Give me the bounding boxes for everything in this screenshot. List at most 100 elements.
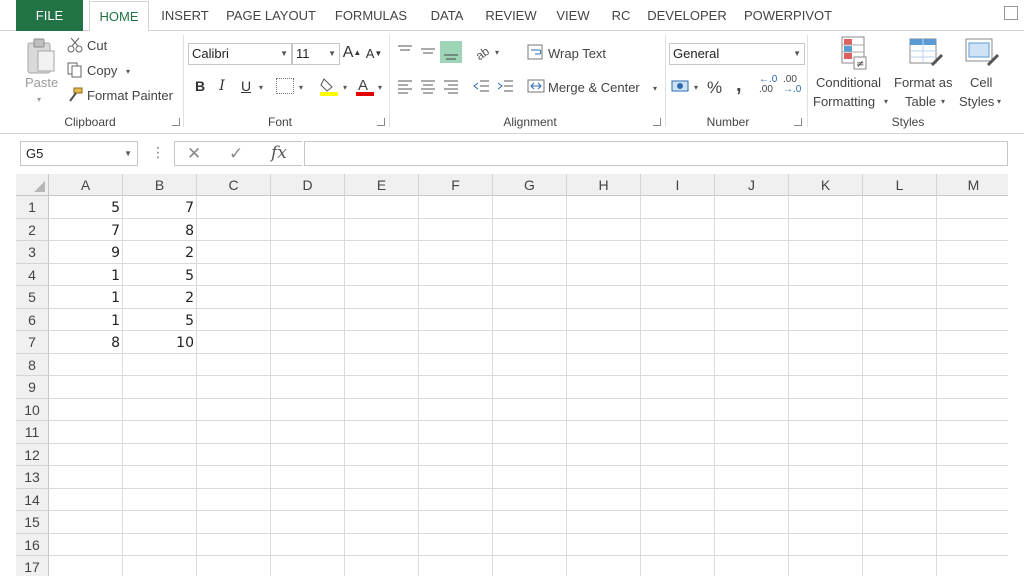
align-left-icon[interactable] — [396, 78, 414, 94]
tab-insert[interactable]: INSERT — [153, 0, 217, 31]
row-header-15[interactable]: 15 — [16, 511, 49, 534]
tab-powerpivot[interactable]: POWERPIVOT — [737, 0, 839, 31]
italic-button[interactable]: I — [212, 76, 232, 96]
row-header-17[interactable]: 17 — [16, 556, 49, 576]
column-header-i[interactable]: I — [641, 174, 715, 196]
increase-decimal-icon[interactable]: ←.0.00 — [759, 75, 781, 97]
cell-b6[interactable]: 5 — [123, 309, 197, 331]
cell-b1[interactable]: 7 — [123, 196, 197, 218]
column-header-m[interactable]: M — [937, 174, 1008, 196]
tab-home[interactable]: HOME — [89, 1, 149, 32]
tab-formulas[interactable]: FORMULAS — [327, 0, 415, 31]
copy-dropdown-icon[interactable]: ▾ — [126, 67, 130, 76]
align-right-icon[interactable] — [442, 78, 460, 94]
row-header-13[interactable]: 13 — [16, 466, 49, 489]
comma-style-button[interactable]: , — [736, 74, 742, 97]
fill-color-icon[interactable] — [318, 75, 340, 97]
conditional-formatting-dropdown-icon[interactable]: ▾ — [884, 97, 888, 106]
row-header-2[interactable]: 2 — [16, 218, 49, 241]
paste-button[interactable]: Paste — [25, 75, 58, 90]
tab-data[interactable]: DATA — [421, 0, 473, 31]
underline-button[interactable]: U — [236, 76, 256, 96]
row-header-6[interactable]: 6 — [16, 308, 49, 331]
cell-a7[interactable]: 8 — [49, 331, 123, 353]
row-header-4[interactable]: 4 — [16, 263, 49, 286]
row-header-7[interactable]: 7 — [16, 331, 49, 354]
decrease-indent-icon[interactable] — [472, 78, 490, 94]
number-launcher-icon[interactable] — [794, 118, 802, 126]
format-as-table-icon[interactable] — [906, 35, 944, 71]
cut-button[interactable]: Cut — [87, 38, 107, 53]
font-name-combo[interactable]: Calibri ▼ — [188, 43, 292, 65]
increase-font-size-icon[interactable]: A▲ — [342, 43, 362, 63]
cell-styles-icon[interactable] — [962, 35, 1000, 71]
underline-dropdown-icon[interactable]: ▾ — [259, 83, 263, 92]
column-header-b[interactable]: B — [123, 174, 197, 196]
middle-align-icon[interactable] — [419, 43, 437, 59]
cell-a1[interactable]: 5 — [49, 196, 123, 218]
cell-b7[interactable]: 10 — [123, 331, 197, 353]
format-as-table-label-1[interactable]: Format as — [894, 75, 953, 90]
accounting-dropdown-icon[interactable]: ▾ — [694, 83, 698, 92]
font-color-dropdown-icon[interactable]: ▾ — [378, 83, 382, 92]
name-box[interactable]: G5 ▼ — [20, 141, 138, 166]
row-header-5[interactable]: 5 — [16, 286, 49, 309]
merge-center-dropdown-icon[interactable]: ▾ — [653, 84, 657, 93]
merge-center-button[interactable]: Merge & Center — [548, 80, 640, 95]
row-header-3[interactable]: 3 — [16, 241, 49, 264]
decrease-font-size-icon[interactable]: A▼ — [364, 44, 384, 64]
column-header-h[interactable]: H — [567, 174, 641, 196]
orientation-icon[interactable]: ab — [473, 43, 492, 63]
font-size-combo[interactable]: 11 ▼ — [292, 43, 340, 65]
row-header-8[interactable]: 8 — [16, 353, 49, 376]
cell-b4[interactable]: 5 — [123, 264, 197, 286]
format-as-table-label-2[interactable]: Table — [905, 94, 936, 109]
cell-a3[interactable]: 9 — [49, 241, 123, 263]
cell-styles-label-1[interactable]: Cell — [970, 75, 992, 90]
row-header-12[interactable]: 12 — [16, 443, 49, 466]
font-color-icon[interactable]: A — [354, 75, 376, 97]
tab-developer[interactable]: DEVELOPER — [643, 0, 731, 31]
column-header-a[interactable]: A — [49, 174, 123, 196]
row-header-16[interactable]: 16 — [16, 533, 49, 556]
borders-dropdown-icon[interactable]: ▾ — [299, 83, 303, 92]
row-header-1[interactable]: 1 — [16, 196, 49, 219]
column-header-g[interactable]: G — [493, 174, 567, 196]
orientation-dropdown-icon[interactable]: ▾ — [495, 48, 499, 57]
insert-function-button[interactable]: fx — [271, 142, 287, 165]
tab-page-layout[interactable]: PAGE LAYOUT — [221, 0, 321, 31]
tab-view[interactable]: VIEW — [549, 0, 597, 31]
paste-dropdown-icon[interactable]: ▾ — [37, 95, 41, 104]
ribbon-display-options-icon[interactable] — [1004, 6, 1018, 20]
enter-icon[interactable]: ✓ — [229, 142, 243, 165]
fill-color-dropdown-icon[interactable]: ▾ — [343, 83, 347, 92]
worksheet-grid[interactable]: A B C D E F G H I J K L M 1 2 3 4 5 6 7 8 9 10 11 12 13 14 15 16 17 5 7… — [16, 174, 1008, 576]
cell-b2[interactable]: 8 — [123, 219, 197, 241]
column-header-c[interactable]: C — [197, 174, 271, 196]
more-options-icon[interactable]: ⋮ — [151, 144, 165, 161]
cancel-icon[interactable]: ✕ — [187, 142, 201, 165]
clipboard-launcher-icon[interactable] — [172, 118, 180, 126]
tab-review[interactable]: REVIEW — [479, 0, 543, 31]
cell-a4[interactable]: 1 — [49, 264, 123, 286]
number-format-combo[interactable]: General ▼ — [669, 43, 805, 65]
cell-a6[interactable]: 1 — [49, 309, 123, 331]
row-header-9[interactable]: 9 — [16, 376, 49, 399]
conditional-formatting-label-1[interactable]: Conditional — [816, 75, 881, 90]
row-header-11[interactable]: 11 — [16, 421, 49, 444]
copy-button[interactable]: Copy — [87, 63, 117, 78]
increase-indent-icon[interactable] — [496, 78, 514, 94]
select-all-button[interactable] — [16, 174, 49, 196]
tab-rc[interactable]: RC — [603, 0, 639, 31]
column-header-k[interactable]: K — [789, 174, 863, 196]
top-align-icon[interactable] — [396, 43, 414, 59]
format-as-table-dropdown-icon[interactable]: ▾ — [941, 97, 945, 106]
bold-button[interactable]: B — [190, 76, 210, 96]
cell-b5[interactable]: 2 — [123, 286, 197, 308]
accounting-format-icon[interactable] — [671, 78, 691, 94]
paste-icon[interactable] — [24, 37, 58, 77]
tab-file[interactable]: FILE — [16, 0, 83, 31]
column-header-f[interactable]: F — [419, 174, 493, 196]
wrap-text-button[interactable]: Wrap Text — [548, 46, 606, 61]
cell-a5[interactable]: 1 — [49, 286, 123, 308]
